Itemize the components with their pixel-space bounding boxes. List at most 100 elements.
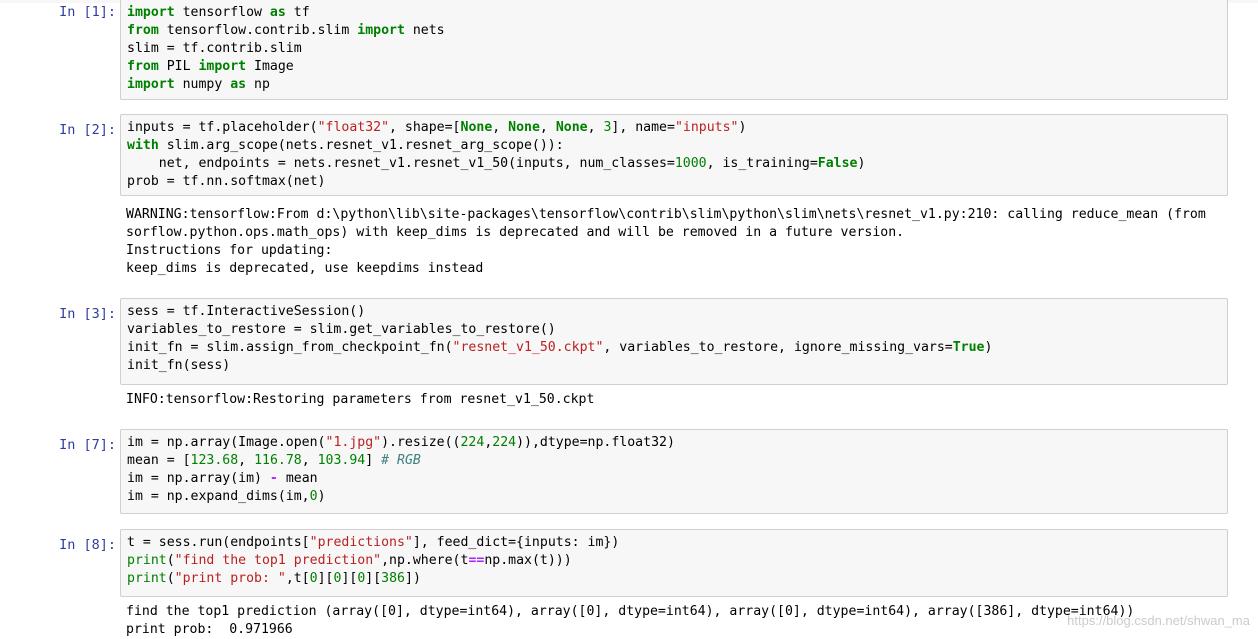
code-token: im = np.expand_dims(im, [127,489,310,504]
code-token: , [539,120,556,135]
code-token: import [127,77,175,92]
cell-prompt: In [1]: [59,4,116,20]
code-token: from [127,23,159,38]
cell-prompt: In [3]: [59,306,116,322]
code-token: as [230,77,247,92]
code-line: prob = tf.nn.softmax(net) [127,173,1221,191]
code-token: net, endpoints = nets.resnet_v1.resnet_v… [127,156,675,171]
code-token: prob = tf.nn.softmax(net) [127,174,326,189]
code-token: , [238,453,255,468]
code-token: ], feed_dict={inputs: im}) [412,535,620,550]
code-token: False [817,156,858,171]
output-line: print prob: 0.971966 [126,622,293,637]
code-token: ) [738,120,747,135]
cell-prompt: In [7]: [59,437,116,453]
code-token: "1.jpg" [325,435,382,450]
output-line: sorflow.python.ops.math_ops) with keep_d… [126,225,905,240]
code-line: print("find the top1 prediction",np.wher… [127,552,1221,570]
code-token: init_fn = slim.assign_from_checkpoint_fn… [127,340,453,355]
code-line: import tensorflow as tf [127,4,1221,22]
code-editor[interactable]: inputs = tf.placeholder("float32", shape… [120,114,1228,196]
code-token: ) [317,489,326,504]
code-token: slim = tf.contrib.slim [127,41,302,56]
code-token: "predictions" [309,535,413,550]
code-token: np [246,77,270,92]
output-line: keep_dims is deprecated, use keepdims in… [126,261,484,276]
code-token: tensorflow [174,5,270,20]
code-token: , [587,120,604,135]
code-token: == [468,553,485,568]
code-token: None [555,120,588,135]
code-line: init_fn(sess) [127,357,1221,375]
code-token: "print prob: " [174,571,286,586]
code-line: t = sess.run(endpoints["predictions"], f… [127,534,1221,552]
code-token: np.max(t))) [484,553,572,568]
cell-prompt: In [2]: [59,122,116,138]
code-token: ,np.where(t [381,553,469,568]
code-token: 116.78 [254,453,302,468]
code-token: - [269,471,278,486]
code-line: im = np.expand_dims(im,0) [127,488,1221,506]
code-line: variables_to_restore = slim.get_variable… [127,321,1221,339]
code-token: ][ [341,571,358,586]
code-token: import [198,59,247,74]
code-token: ) [857,156,866,171]
watermark: https://blog.csdn.net/shwan_ma [1067,613,1250,628]
code-token: "float32" [317,120,390,135]
code-token: "inputs" [674,120,739,135]
code-line: mean = [123.68, 116.78, 103.94] # RGB [127,452,1221,470]
code-token: , [301,453,318,468]
output-line: WARNING:tensorflow:From d:\python\lib\si… [126,207,1214,222]
code-line: print("print prob: ",t[0][0][0][386]) [127,570,1221,588]
code-editor[interactable]: import tensorflow as tf from tensorflow.c… [120,0,1228,100]
cell-prompt: In [8]: [59,537,116,553]
code-token: ( [166,571,175,586]
code-token: mean [277,471,318,486]
code-token: ][ [365,571,382,586]
output-lines: WARNING:tensorflow:From d:\python\lib\si… [126,206,1214,278]
code-lines: sess = tf.InteractiveSession() variables_… [127,303,1221,375]
output-lines: INFO:tensorflow:Restoring parameters fro… [126,391,1214,409]
output-line: INFO:tensorflow:Restoring parameters fro… [126,392,595,407]
code-line: net, endpoints = nets.resnet_v1.resnet_v… [127,155,1221,173]
code-token: 386 [381,571,405,586]
code-token: with [127,138,159,153]
code-token: "find the top1 prediction" [174,553,382,568]
code-token: im = np.array(Image.open( [127,435,326,450]
code-token: None [508,120,540,135]
code-token: ) [984,340,993,355]
code-token: print [127,571,167,586]
code-token: import [127,5,175,20]
cell-output: INFO:tensorflow:Restoring parameters fro… [120,391,1220,409]
code-token: im = np.array(im) [127,471,270,486]
code-token: 123.68 [190,453,239,468]
code-lines: import tensorflow as tf from tensorflow.c… [127,4,1221,94]
code-token: print [127,553,167,568]
code-token: tf [285,5,310,20]
code-token: ][ [317,571,334,586]
code-token: "resnet_v1_50.ckpt" [452,340,604,355]
code-editor[interactable]: im = np.array(Image.open("1.jpg").resize… [120,429,1228,514]
code-line: im = np.array(im) - mean [127,470,1221,488]
code-token: 224 [460,435,485,450]
code-token: mean = [ [127,453,191,468]
code-token: None [460,120,493,135]
code-token: , [492,120,509,135]
code-token: import [357,23,405,38]
code-token: 1000 [674,156,707,171]
code-token: variables_to_restore = slim.get_variable… [127,322,556,337]
code-token: numpy [174,77,231,92]
code-token: from [127,59,159,74]
output-lines: find the top1 prediction (array([0], dty… [126,603,1214,639]
code-token: Image [246,59,294,74]
code-line: slim = tf.contrib.slim [127,40,1221,58]
code-editor[interactable]: t = sess.run(endpoints["predictions"], f… [120,529,1228,597]
code-token: 103.94 [317,453,366,468]
code-token: inputs = tf.placeholder( [127,120,318,135]
code-token: # RGB [381,453,421,468]
code-lines: inputs = tf.placeholder("float32", shape… [127,119,1221,191]
code-editor[interactable]: sess = tf.InteractiveSession() variables_… [120,298,1228,385]
code-token: True [952,340,985,355]
code-token: ,t[ [285,571,310,586]
code-token: ( [166,553,175,568]
